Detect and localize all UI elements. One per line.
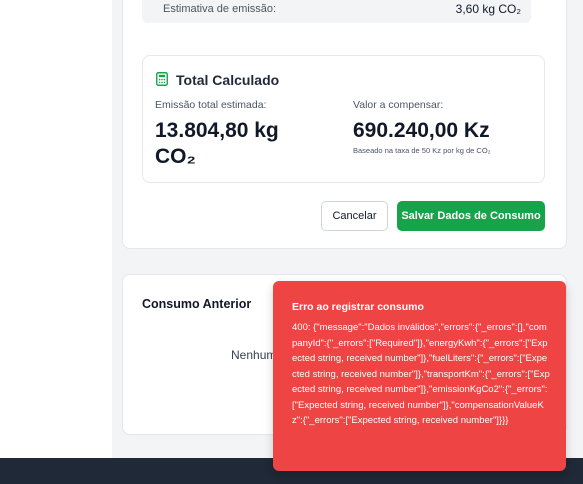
compensation-value: 690.240,00 Kz	[353, 119, 490, 142]
total-emission-unit: CO₂	[155, 145, 196, 168]
calculator-icon	[156, 72, 168, 86]
error-toast-title: Erro ao registrar consumo	[292, 301, 424, 313]
emission-estimate-label: Estimativa de emissão:	[163, 3, 277, 15]
save-consumption-button[interactable]: Salvar Dados de Consumo	[397, 201, 545, 231]
total-emission-label: Emissão total estimada:	[155, 99, 267, 111]
error-toast[interactable]: Erro ao registrar consumo 400: {"message…	[273, 281, 566, 471]
emission-estimate-row: Estimativa de emissão: 3,60 kg CO₂	[142, 0, 531, 23]
left-panel	[0, 0, 112, 458]
total-emission-value: 13.804,80 kg	[155, 119, 279, 142]
total-calculated-title: Total Calculado	[176, 72, 280, 88]
total-calculated-box: Total Calculado Emissão total estimada: …	[142, 55, 545, 183]
previous-consumption-title: Consumo Anterior	[142, 297, 252, 311]
error-toast-message: 400: {"message":"Dados inválidos","error…	[292, 322, 550, 426]
compensation-note: Baseado na taxa de 50 Kz por kg de CO₂	[353, 146, 491, 155]
emission-estimate-value: 3,60 kg CO₂	[455, 2, 521, 16]
cancel-button[interactable]: Cancelar	[321, 201, 388, 231]
previous-consumption-empty-text: Nenhum	[231, 348, 277, 362]
compensation-label: Valor a compensar:	[353, 99, 444, 111]
